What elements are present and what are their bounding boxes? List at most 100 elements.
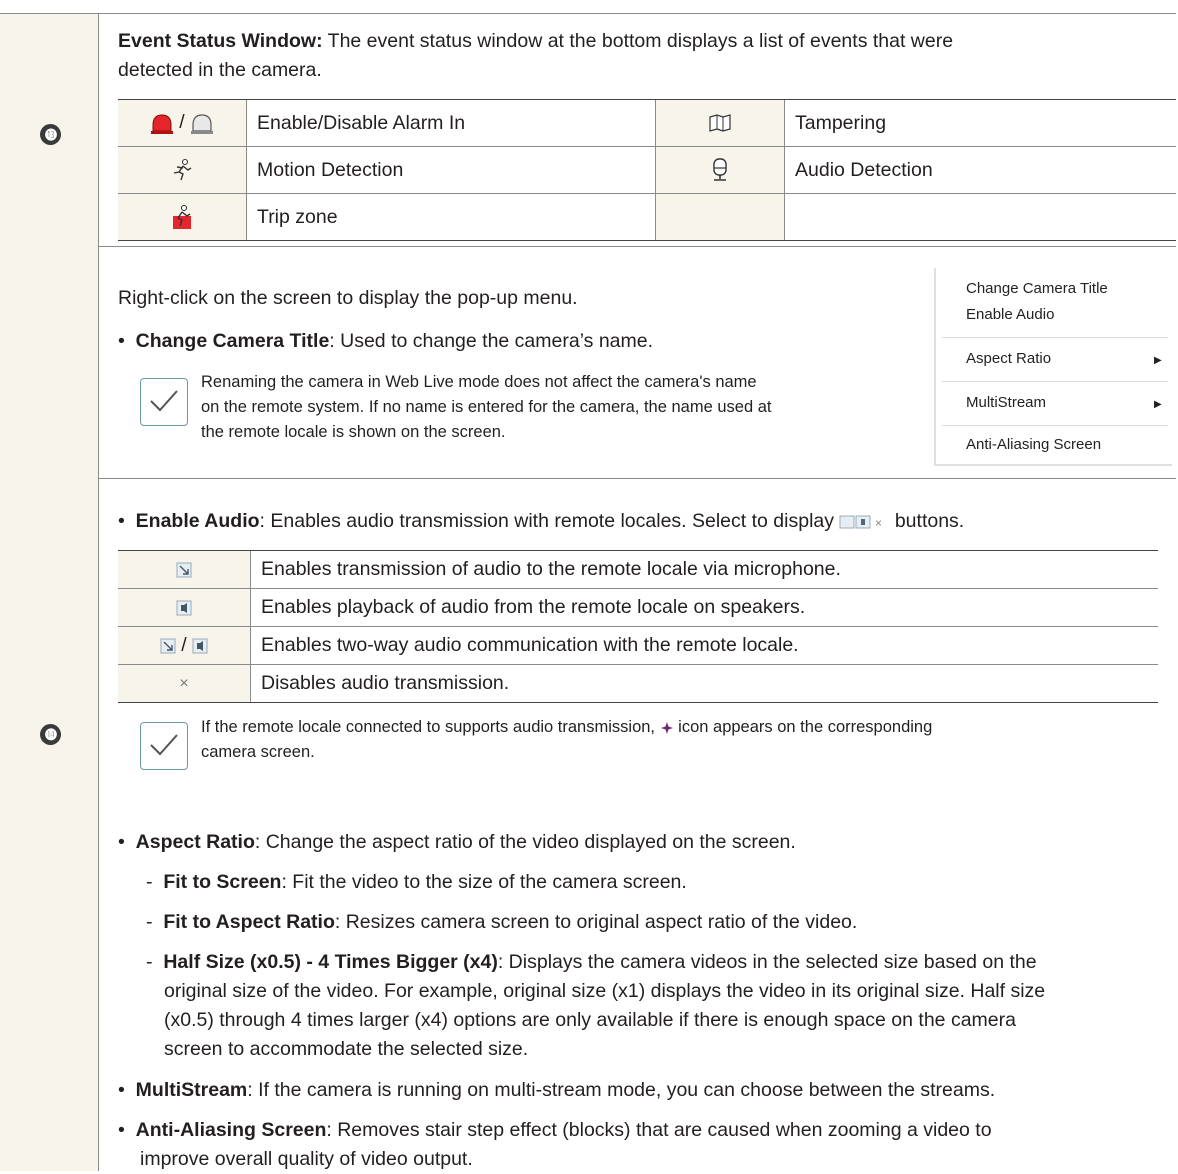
multistream-item: • MultiStream: If the camera is running … bbox=[118, 1076, 995, 1105]
table-row: / Enables two-way audio communication wi… bbox=[118, 626, 1158, 665]
note2-post: icon appears on the corresponding bbox=[673, 718, 933, 736]
antialias-desc: : Removes stair step effect (blocks) tha… bbox=[326, 1119, 992, 1141]
fit-screen-desc: : Fit the video to the size of the camer… bbox=[281, 871, 687, 893]
table-row: × Disables audio transmission. bbox=[118, 664, 1158, 703]
audio-desc: Enables playback of audio from the remot… bbox=[250, 588, 1158, 627]
row-13-number-column: ⓭ bbox=[0, 14, 99, 246]
fit-screen-item: - Fit to Screen: Fit the video to the si… bbox=[146, 868, 687, 897]
event-label: Trip zone bbox=[246, 193, 656, 241]
audio-desc: Enables two-way audio communication with… bbox=[250, 626, 1158, 665]
event-label: Tampering bbox=[784, 99, 1176, 147]
note-line: camera screen. bbox=[201, 743, 315, 761]
tampering-icon-cell bbox=[655, 99, 785, 147]
audio-detection-icon bbox=[713, 158, 727, 181]
aspect-ratio-item: • Aspect Ratio: Change the aspect ratio … bbox=[118, 828, 796, 857]
speaker-icon-cell bbox=[118, 588, 251, 627]
half-size-item: - Half Size (x0.5) - 4 Times Bigger (x4)… bbox=[146, 948, 1037, 977]
half-size-term: Half Size (x0.5) - 4 Times Bigger (x4) bbox=[163, 951, 498, 973]
row-13-number: ⓭ bbox=[40, 124, 61, 145]
audio-buttons-icon: × bbox=[839, 515, 882, 530]
multistream-term: MultiStream bbox=[135, 1079, 248, 1101]
row-13-description-line1: Event Status Window: The event status wi… bbox=[118, 27, 953, 56]
note-audio-support: If the remote locale connected to suppor… bbox=[201, 715, 932, 765]
microphone-icon bbox=[160, 638, 176, 654]
multistream-desc: : If the camera is running on multi-stre… bbox=[247, 1079, 996, 1101]
menu-item-enable-audio[interactable]: Enable Audio bbox=[966, 306, 1054, 323]
enable-audio-term: Enable Audio bbox=[135, 510, 260, 532]
audio-desc: Disables audio transmission. bbox=[250, 664, 1158, 703]
empty-label-cell bbox=[784, 193, 1176, 241]
enable-audio-tail: buttons. bbox=[889, 510, 965, 532]
enable-audio-desc: : Enables audio transmission with remote… bbox=[259, 510, 834, 532]
motion-icon-cell bbox=[118, 146, 247, 194]
note-check-icon bbox=[140, 722, 188, 770]
event-label: Enable/Disable Alarm In bbox=[246, 99, 656, 147]
row-13-description-line2: detected in the camera. bbox=[118, 59, 322, 81]
table-row: Enables transmission of audio to the rem… bbox=[118, 550, 1158, 589]
menu-item-change-camera-title[interactable]: Change Camera Title bbox=[966, 280, 1108, 297]
section-divider bbox=[98, 478, 1176, 479]
tampering-icon bbox=[709, 114, 731, 133]
event-label: Audio Detection bbox=[784, 146, 1176, 194]
table-row: Trip zone bbox=[118, 193, 1176, 241]
aspect-desc: : Change the aspect ratio of the video d… bbox=[254, 831, 796, 853]
note-rename: Renaming the camera in Web Live mode doe… bbox=[201, 370, 771, 445]
event-icon-table: / Enable/Disable Alarm In Tampering Moti… bbox=[118, 99, 1176, 241]
trip-zone-icon bbox=[173, 204, 191, 229]
empty-icon-cell bbox=[655, 193, 785, 241]
row-13-event-status: ⓭ Event Status Window: The event status … bbox=[0, 13, 1176, 247]
half-size-line: screen to accommodate the selected size. bbox=[164, 1038, 529, 1060]
note-line: If the remote locale connected to suppor… bbox=[201, 715, 932, 740]
event-status-title: Event Status Window: bbox=[118, 30, 323, 52]
change-title-desc: : Used to change the camera’s name. bbox=[329, 330, 654, 352]
note-line: on the remote system. If no name is ente… bbox=[201, 398, 772, 416]
half-size-line: original size of the video. For example,… bbox=[164, 980, 1046, 1002]
note2-pre: If the remote locale connected to suppor… bbox=[201, 718, 655, 736]
dash: - bbox=[146, 871, 153, 893]
submenu-arrow-icon: ▶ bbox=[1154, 399, 1162, 410]
antialias-term: Anti-Aliasing Screen bbox=[135, 1119, 327, 1141]
table-row: Enables playback of audio from the remot… bbox=[118, 588, 1158, 627]
note-line: Renaming the camera in Web Live mode doe… bbox=[201, 373, 757, 391]
bullet: • bbox=[118, 510, 125, 532]
bullet: • bbox=[118, 330, 125, 352]
svg-text:×: × bbox=[875, 516, 882, 530]
audio-button-table: Enables transmission of audio to the rem… bbox=[118, 550, 1158, 703]
bullet: • bbox=[118, 1119, 125, 1141]
half-size-desc: : Displays the camera videos in the sele… bbox=[497, 951, 1037, 973]
note-line: the remote locale is shown on the screen… bbox=[201, 423, 506, 441]
row-14-number-column: ⓮ bbox=[0, 246, 99, 1171]
menu-separator bbox=[942, 425, 1168, 426]
event-status-desc-1: The event status window at the bottom di… bbox=[322, 30, 954, 52]
bullet: • bbox=[118, 1079, 125, 1101]
table-row: Motion Detection Audio Detection bbox=[118, 146, 1176, 194]
alarm-icon-cell: / bbox=[118, 99, 247, 147]
microphone-icon bbox=[176, 562, 192, 578]
fit-aspect-term: Fit to Aspect Ratio bbox=[163, 911, 335, 933]
popup-menu-screenshot: Change Camera Title Enable Audio Aspect … bbox=[934, 268, 1172, 466]
menu-item-aspect-ratio[interactable]: Aspect Ratio bbox=[966, 350, 1051, 367]
event-label: Motion Detection bbox=[246, 146, 656, 194]
fit-aspect-desc: : Resizes camera screen to original aspe… bbox=[334, 911, 858, 933]
audio-indicator-icon bbox=[660, 721, 673, 734]
two-way-icon-cell: / bbox=[118, 626, 251, 665]
bullet: • bbox=[118, 831, 125, 853]
menu-separator bbox=[942, 337, 1168, 338]
enable-audio-item: • Enable Audio: Enables audio transmissi… bbox=[118, 507, 964, 536]
icon-separator: / bbox=[181, 634, 187, 656]
menu-separator bbox=[942, 381, 1168, 382]
audio-desc: Enables transmission of audio to the rem… bbox=[250, 550, 1158, 589]
menu-item-multistream[interactable]: MultiStream bbox=[966, 394, 1046, 411]
dash: - bbox=[146, 911, 153, 933]
fit-aspect-item: - Fit to Aspect Ratio: Resizes camera sc… bbox=[146, 908, 857, 937]
alarm-on-icon bbox=[150, 114, 173, 134]
motion-icon bbox=[173, 158, 192, 181]
fit-screen-term: Fit to Screen bbox=[163, 871, 282, 893]
dash: - bbox=[146, 951, 153, 973]
submenu-arrow-icon: ▶ bbox=[1154, 355, 1162, 366]
microphone-icon-cell bbox=[118, 550, 251, 589]
row-14-number: ⓮ bbox=[40, 724, 61, 745]
disable-icon: × bbox=[118, 664, 251, 703]
speaker-icon bbox=[176, 600, 192, 616]
menu-item-anti-aliasing-screen[interactable]: Anti-Aliasing Screen bbox=[966, 436, 1101, 453]
